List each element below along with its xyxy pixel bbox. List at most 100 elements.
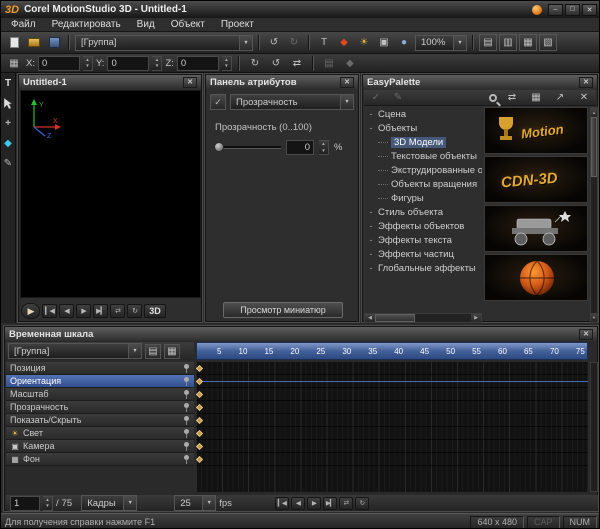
layout-quad-button[interactable]: ▦ bbox=[519, 34, 537, 51]
tree-item-shapes[interactable]: Фигуры bbox=[364, 191, 482, 205]
frame-spinner[interactable]: ▲▼ bbox=[43, 496, 53, 511]
pin-icon[interactable] bbox=[183, 429, 190, 438]
group-select-dropdown[interactable]: [Группа] ▼ bbox=[75, 35, 253, 51]
current-frame-input[interactable] bbox=[10, 496, 40, 511]
eyedropper-tool-button[interactable]: ✎ bbox=[2, 157, 15, 170]
viewport-canvas[interactable]: Y X Z bbox=[20, 90, 201, 298]
maximize-button[interactable]: □ bbox=[565, 4, 580, 16]
loop-button[interactable]: ⇄ bbox=[339, 497, 353, 510]
tree-item-text-effects[interactable]: -Эффекты текста bbox=[364, 233, 482, 247]
menu-view[interactable]: Вид bbox=[129, 19, 163, 30]
swap-view-button[interactable]: ⇄ bbox=[503, 91, 521, 105]
collapse-icon[interactable]: - bbox=[364, 207, 378, 217]
close-button[interactable]: ✕ bbox=[582, 4, 597, 16]
z-spinner[interactable]: ▲▼ bbox=[222, 56, 232, 71]
apply-style-button[interactable]: ✓ bbox=[367, 91, 385, 105]
track-background[interactable]: ▦ Фон bbox=[6, 453, 194, 466]
go-end-button[interactable]: ▶▎ bbox=[93, 304, 108, 318]
layout-single-button[interactable]: ▤ bbox=[479, 34, 497, 51]
zoom-dropdown[interactable]: 100% ▼ bbox=[415, 35, 467, 51]
pin-icon[interactable] bbox=[183, 442, 190, 451]
go-start-button[interactable]: ▎◀ bbox=[42, 304, 57, 318]
x-spinner[interactable]: ▲▼ bbox=[83, 56, 93, 71]
tree-item-global-effects[interactable]: -Глобальные эффекты bbox=[364, 261, 482, 275]
scroll-up-icon[interactable]: ▲ bbox=[591, 108, 597, 117]
move-tool-button[interactable]: + bbox=[2, 117, 15, 130]
spin-down-icon[interactable]: ▼ bbox=[83, 63, 92, 70]
close-icon[interactable]: ✕ bbox=[579, 77, 593, 88]
track-light[interactable]: ☀ Свет bbox=[6, 427, 194, 440]
align-button[interactable]: ▤ bbox=[320, 55, 338, 72]
track-opacity[interactable]: Прозрачность bbox=[6, 401, 194, 414]
pin-icon[interactable] bbox=[183, 455, 190, 464]
y-spinner[interactable]: ▲▼ bbox=[152, 56, 162, 71]
menu-project[interactable]: Проект bbox=[213, 19, 262, 30]
spin-down-icon[interactable]: ▼ bbox=[43, 503, 52, 510]
render-button[interactable]: ◆ bbox=[335, 34, 353, 51]
thumbnail-vehicle-model[interactable] bbox=[484, 205, 588, 252]
next-frame-button[interactable]: ▶ bbox=[76, 304, 91, 318]
layer-manager-button[interactable]: ▤ bbox=[145, 344, 161, 359]
timeline-group-dropdown[interactable]: [Группа] ▼ bbox=[8, 343, 142, 359]
preview-thumbnails-button[interactable]: Просмотр миниатюр bbox=[223, 302, 343, 318]
rotate-ccw-button[interactable]: ↺ bbox=[267, 55, 285, 72]
threed-toggle-button[interactable]: 3D bbox=[144, 304, 166, 318]
rotate-cw-button[interactable]: ↻ bbox=[246, 55, 264, 72]
material-button[interactable]: ● bbox=[395, 34, 413, 51]
layout-custom-button[interactable]: ▧ bbox=[539, 34, 557, 51]
light-button[interactable]: ☀ bbox=[355, 34, 373, 51]
collapse-icon[interactable]: - bbox=[364, 235, 378, 245]
spin-down-icon[interactable]: ▼ bbox=[222, 63, 231, 70]
timeline-grid[interactable] bbox=[196, 362, 588, 492]
collapse-icon[interactable]: - bbox=[364, 249, 378, 259]
snap-button[interactable]: ◆ bbox=[341, 55, 359, 72]
attributes-header[interactable]: Панель атрибутов ✕ bbox=[206, 75, 358, 89]
tree-item-lathe-objects[interactable]: Объекты вращения bbox=[364, 177, 482, 191]
modify-style-button[interactable]: ✎ bbox=[389, 91, 407, 105]
z-input[interactable] bbox=[177, 56, 219, 71]
tree-item-objects[interactable]: -Объекты bbox=[364, 121, 482, 135]
text-tool-button[interactable]: T bbox=[2, 77, 15, 90]
tree-item-scene[interactable]: -Сцена bbox=[364, 107, 482, 121]
apply-check-button[interactable]: ✓ bbox=[210, 94, 226, 110]
material-tool-button[interactable]: ◆ bbox=[2, 137, 15, 150]
menu-file[interactable]: Файл bbox=[3, 19, 44, 30]
tree-item-object-style[interactable]: -Стиль объекта bbox=[364, 205, 482, 219]
pin-icon[interactable] bbox=[183, 390, 190, 399]
track-camera[interactable]: ▣ Камера bbox=[6, 440, 194, 453]
time-units-dropdown[interactable]: Кадры ▼ bbox=[81, 495, 137, 511]
thumbnail-vertical-scrollbar[interactable]: ▲ ▼ bbox=[590, 107, 598, 323]
pin-icon[interactable] bbox=[183, 403, 190, 412]
layout-split-button[interactable]: ▥ bbox=[499, 34, 517, 51]
loop-button[interactable]: ⇄ bbox=[110, 304, 125, 318]
x-input[interactable] bbox=[38, 56, 80, 71]
tree-item-3d-models[interactable]: 3D Модели bbox=[364, 135, 482, 149]
thumbnail-cdn3d-text[interactable]: CDN-3D bbox=[484, 156, 588, 203]
tree-item-text-objects[interactable]: Текстовые объекты bbox=[364, 149, 482, 163]
go-end-button[interactable]: ▶▎ bbox=[323, 497, 337, 510]
search-icon[interactable] bbox=[489, 94, 497, 102]
timeline-header[interactable]: Временная шкала ✕ bbox=[5, 327, 597, 341]
play-button[interactable]: ▶ bbox=[21, 303, 40, 319]
prev-frame-button[interactable]: ◀ bbox=[291, 497, 305, 510]
fps-dropdown[interactable]: 25 ▼ bbox=[174, 495, 216, 511]
menu-edit[interactable]: Редактировать bbox=[44, 19, 129, 30]
track-scale[interactable]: Масштаб bbox=[6, 388, 194, 401]
collapse-icon[interactable]: - bbox=[364, 221, 378, 231]
track-orientation[interactable]: Ориентация bbox=[6, 375, 194, 388]
thumbnail-basketball-model[interactable] bbox=[484, 254, 588, 301]
close-icon[interactable]: ✕ bbox=[183, 77, 197, 88]
scrollbar-thumb[interactable] bbox=[591, 117, 597, 177]
export-button[interactable]: ↗ bbox=[551, 91, 569, 105]
pin-icon[interactable] bbox=[183, 377, 190, 386]
new-file-button[interactable] bbox=[5, 34, 23, 51]
pin-icon[interactable] bbox=[183, 364, 190, 373]
track-filter-button[interactable]: ▦ bbox=[164, 344, 180, 359]
timeline-ruler[interactable]: 5 10 15 20 25 30 35 40 45 50 55 60 65 70… bbox=[196, 342, 588, 360]
camera-button[interactable]: ▣ bbox=[375, 34, 393, 51]
prev-frame-button[interactable]: ◀ bbox=[59, 304, 74, 318]
opacity-value-input[interactable] bbox=[286, 140, 314, 155]
collapse-icon[interactable]: - bbox=[364, 123, 378, 133]
opacity-slider-thumb[interactable] bbox=[214, 142, 224, 152]
transform-mode-icon[interactable]: ▦ bbox=[5, 55, 23, 72]
